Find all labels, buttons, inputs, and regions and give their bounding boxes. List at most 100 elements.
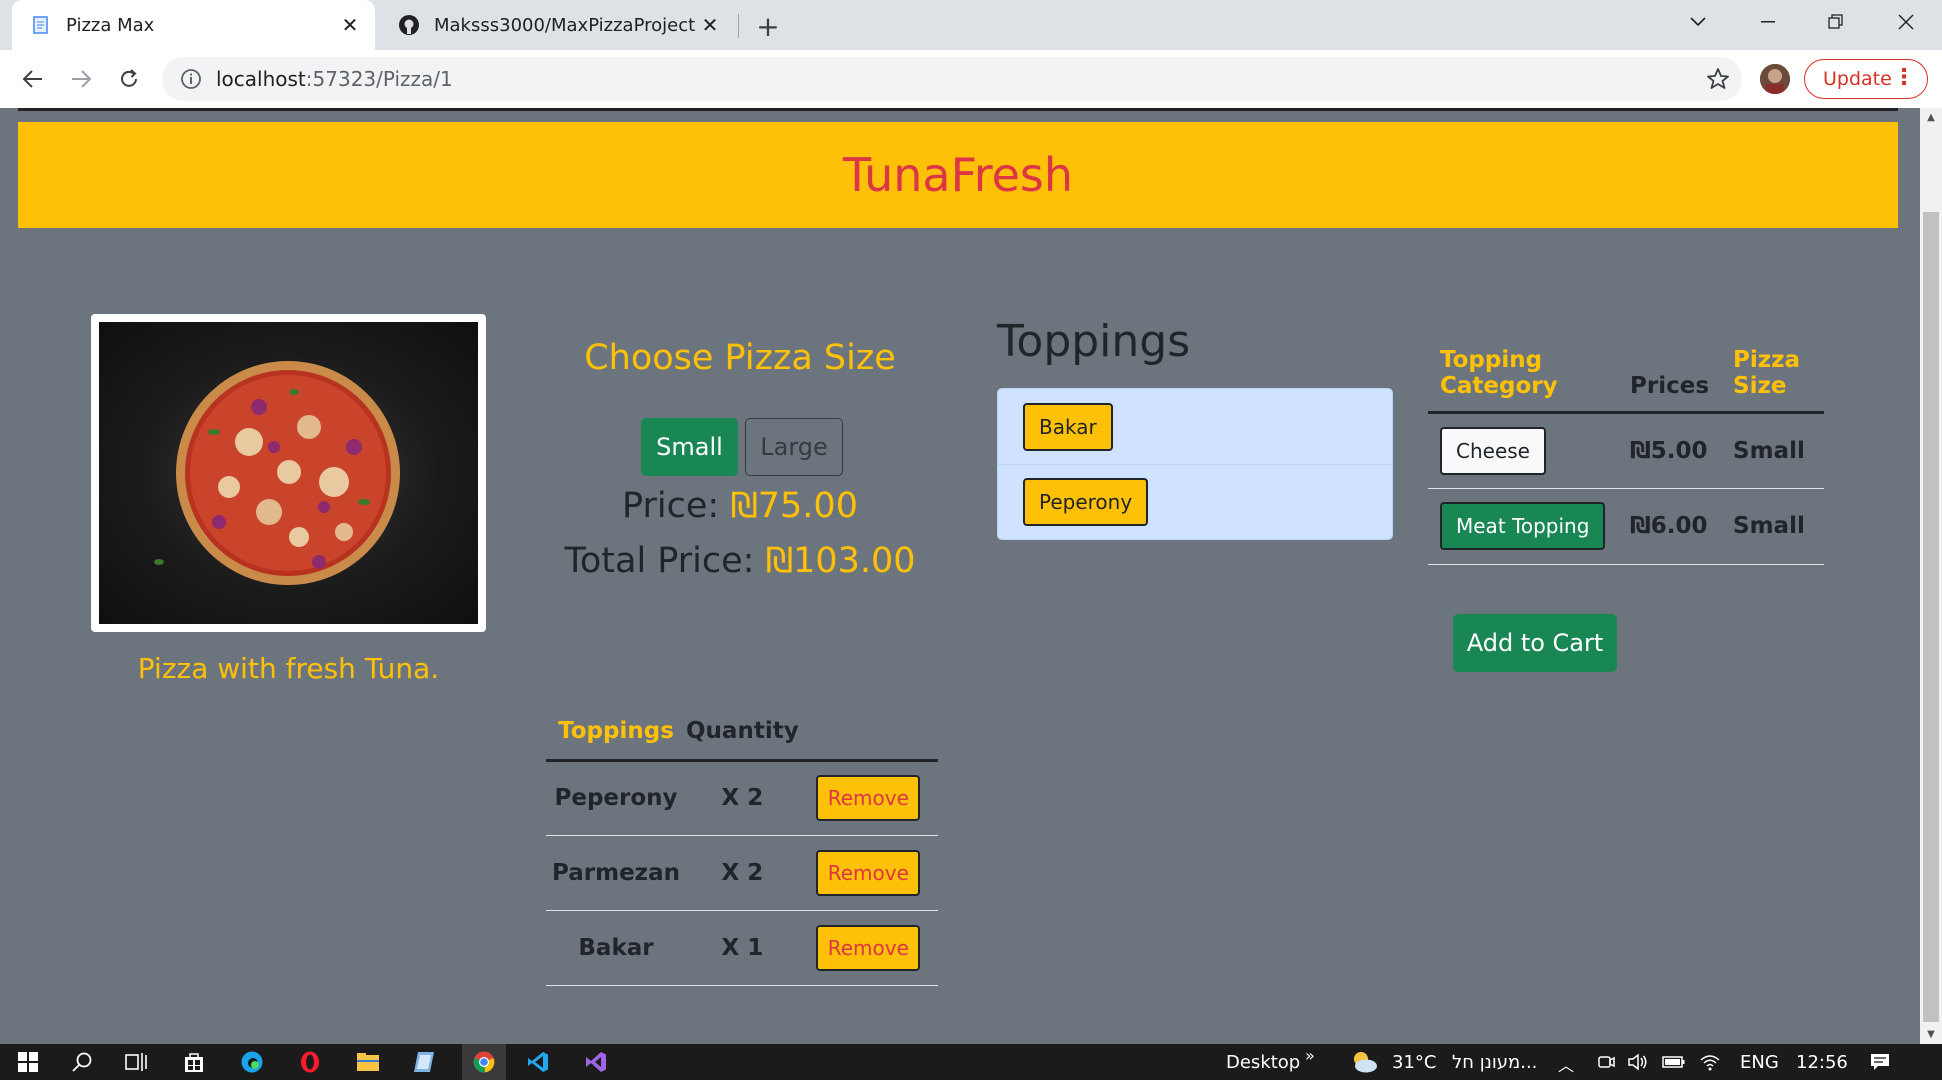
remove-cell: Remove <box>798 835 938 911</box>
actions-column-header <box>798 704 938 762</box>
close-icon[interactable]: ✕ <box>697 12 723 38</box>
topping-name: Parmezan <box>546 835 686 911</box>
page-viewport: TunaFresh Pizza with fresh Tuna. Choose … <box>0 108 1920 1044</box>
quantity-column-header: Quantity <box>686 704 799 762</box>
toppings-heading: Toppings <box>997 316 1191 367</box>
store-icon[interactable] <box>180 1048 208 1076</box>
more-menu-icon[interactable]: ⋮ <box>1893 67 1915 89</box>
weather-temperature[interactable]: 31°C <box>1392 1052 1436 1073</box>
vscode-icon[interactable] <box>524 1048 552 1076</box>
system-clock[interactable]: 12:56 <box>1796 1052 1848 1073</box>
scroll-up-arrow-icon[interactable]: ▲ <box>1925 112 1937 123</box>
notepad-app-icon[interactable] <box>410 1048 438 1076</box>
pizza-name-title: TunaFresh <box>842 148 1074 202</box>
bookmark-star-icon[interactable] <box>1706 67 1730 91</box>
topping-quantity: X 2 <box>686 760 799 836</box>
weather-description[interactable]: מעונן חל... <box>1452 1052 1537 1073</box>
wifi-icon[interactable] <box>1696 1048 1724 1076</box>
choose-size-title: Choose Pizza Size <box>584 338 896 378</box>
file-explorer-icon[interactable] <box>354 1048 382 1076</box>
remove-topping-button[interactable]: Remove <box>816 775 921 821</box>
volume-icon[interactable] <box>1624 1048 1652 1076</box>
remove-topping-button[interactable]: Remove <box>816 924 921 971</box>
price-label: Price: <box>622 486 720 526</box>
topping-name: Bakar <box>546 910 686 986</box>
category-meat-topping-button[interactable]: Meat Topping <box>1440 502 1606 550</box>
selected-toppings-table: Toppings Quantity Peperony X 2 Remove Pa… <box>546 704 938 986</box>
toolbar-expand-icon[interactable]: » <box>1305 1046 1315 1065</box>
page-favicon-icon <box>30 14 52 36</box>
pizza-image-frame <box>91 314 486 632</box>
remove-topping-button[interactable]: Remove <box>816 849 921 896</box>
table-row: Peperony X 2 Remove <box>546 760 938 836</box>
total-price-line: Total Price: ₪103.00 <box>545 541 935 581</box>
topping-category-header: Topping Category <box>1428 332 1618 414</box>
windows-taskbar: Desktop » 31°C מעונן חל... ︿ ENG 12:56 <box>0 1044 1942 1080</box>
topping-bakar-button[interactable]: Bakar <box>1023 402 1113 451</box>
new-tab-plus-icon[interactable]: + <box>752 10 784 43</box>
input-language-indicator[interactable]: ENG <box>1740 1052 1779 1073</box>
meet-now-icon[interactable] <box>1592 1048 1620 1076</box>
github-icon <box>398 14 420 36</box>
total-price-label: Total Price: <box>564 541 755 581</box>
weather-cloud-sun-icon[interactable] <box>1348 1048 1380 1076</box>
close-icon[interactable]: ✕ <box>337 12 363 38</box>
battery-icon[interactable] <box>1660 1048 1688 1076</box>
chrome-taskbar-icon[interactable] <box>462 1044 506 1080</box>
url-host: localhost <box>216 67 306 91</box>
chrome-update-button[interactable]: Update ⋮ <box>1804 59 1928 99</box>
notifications-icon[interactable] <box>1866 1048 1894 1076</box>
toppings-list: Bakar Peperony <box>997 388 1393 540</box>
page-scrollbar[interactable]: ▲ ▼ <box>1920 108 1942 1044</box>
desktop-toolbar-label[interactable]: Desktop <box>1226 1052 1300 1073</box>
size-small-button[interactable]: Small <box>641 418 738 476</box>
scroll-down-arrow-icon[interactable]: ▼ <box>1925 1029 1937 1040</box>
topping-peperony-button[interactable]: Peperony <box>1023 478 1149 526</box>
forward-arrow-icon[interactable] <box>64 62 98 96</box>
address-bar[interactable]: localhost:57323/Pizza/1 <box>162 57 1742 101</box>
windows-start-icon[interactable] <box>14 1048 42 1076</box>
edge-browser-icon[interactable] <box>238 1048 266 1076</box>
top-border-line <box>18 108 1898 111</box>
category-cheese-button[interactable]: Cheese <box>1440 426 1546 475</box>
tab-github[interactable]: Maksss3000/MaxPizzaProject: My ✕ <box>380 0 735 50</box>
remove-cell: Remove <box>798 760 938 836</box>
site-info-icon[interactable] <box>180 68 202 90</box>
visual-studio-icon[interactable] <box>582 1048 610 1076</box>
list-item: Bakar <box>998 389 1392 464</box>
back-arrow-icon[interactable] <box>16 62 50 96</box>
price-cell: ₪6.00 <box>1618 488 1722 565</box>
task-view-icon[interactable] <box>122 1048 150 1076</box>
show-hidden-icons-chevron-icon[interactable]: ︿ <box>1558 1052 1574 1076</box>
tab-title: Pizza Max <box>66 14 155 36</box>
search-icon[interactable] <box>68 1048 96 1076</box>
size-cell: Small <box>1721 412 1824 489</box>
profile-avatar-icon[interactable] <box>1760 64 1790 94</box>
list-item: Peperony <box>998 464 1392 539</box>
remove-cell: Remove <box>798 910 938 986</box>
opera-icon[interactable] <box>296 1048 324 1076</box>
table-row: Meat Topping ₪6.00 Small <box>1428 488 1824 565</box>
price-line: Price: ₪75.00 <box>545 486 935 526</box>
pizza-size-header: Pizza Size <box>1721 332 1824 414</box>
tab-pizza-max[interactable]: Pizza Max ✕ <box>12 0 375 50</box>
category-cell: Meat Topping <box>1428 488 1618 565</box>
minimize-icon[interactable] <box>1740 0 1796 44</box>
topping-prices-table: Topping Category Prices Pizza Size Chees… <box>1428 332 1824 565</box>
tab-search-chevron-icon[interactable] <box>1670 0 1726 44</box>
restore-icon[interactable] <box>1808 0 1864 44</box>
topping-name: Peperony <box>546 760 686 836</box>
table-row: Cheese ₪5.00 Small <box>1428 412 1824 489</box>
update-label: Update <box>1823 68 1892 90</box>
total-price-value: ₪103.00 <box>765 541 916 581</box>
table-row: Parmezan X 2 Remove <box>546 835 938 911</box>
tab-title: Maksss3000/MaxPizzaProject: My <box>434 14 697 36</box>
topping-quantity: X 2 <box>686 835 799 911</box>
reload-icon[interactable] <box>112 62 146 96</box>
add-to-cart-button[interactable]: Add to Cart <box>1453 614 1617 672</box>
toppings-column-header: Toppings <box>546 704 686 762</box>
scrollbar-thumb[interactable] <box>1923 212 1939 1022</box>
window-close-icon[interactable] <box>1878 0 1934 44</box>
size-large-button[interactable]: Large <box>745 418 843 476</box>
pizza-header-banner: TunaFresh <box>18 122 1898 228</box>
